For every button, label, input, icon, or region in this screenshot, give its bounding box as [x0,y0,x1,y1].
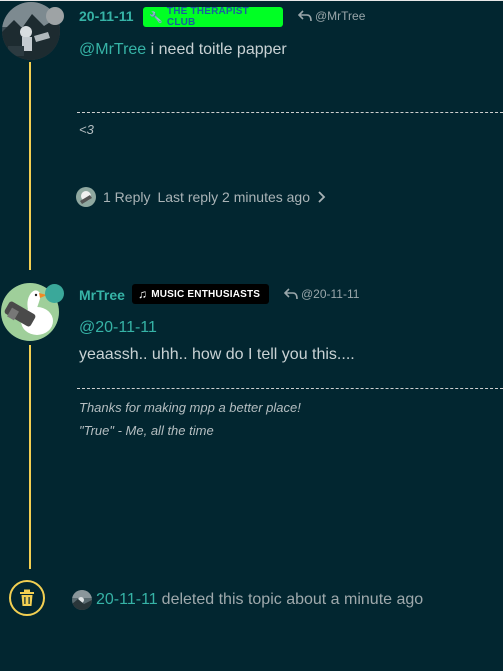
replies-count: 1 Reply [103,189,151,205]
event-text: deleted this topic about a minute ago [161,591,424,608]
music-note-icon: ♫ [138,287,148,301]
post1-mention[interactable]: @MrTree [79,41,146,58]
post2-badge-label: MUSIC ENTHUSIASTS [151,288,261,300]
last-reply-time: Last reply 2 minutes ago [157,189,310,205]
post1-role-badge: 🔧 THE THERAPIST CLUB [143,6,283,28]
post1-username[interactable]: 20-11-11 [79,8,134,24]
post1-badge-label: THE THERAPIST CLUB [166,6,249,28]
status-offline-icon [46,7,64,25]
post2-mention[interactable]: @20-11-11 [79,319,157,337]
post2-signature-line1: Thanks for making mpp a better place! [79,400,301,415]
reply-arrow-icon [284,288,298,300]
post2-signature-divider [77,388,503,389]
timeline-line-1 [29,62,31,270]
post1-body: @MrTree i need toitle papper [79,41,287,59]
post1-replies-link[interactable]: 1 Reply Last reply 2 minutes ago [76,187,327,207]
post1-reply-to-label: @MrTree [315,9,366,23]
post2-username[interactable]: MrTree [79,287,125,303]
timeline-line-2 [29,345,31,569]
post2-reply-to[interactable]: @20-11-11 [284,287,359,301]
post1-signature: <3 [79,122,94,137]
post2-body: yeaassh.. uhh.. how do I tell you this..… [79,346,355,363]
trash-icon [9,580,45,616]
post2-reply-to-label: @20-11-11 [301,287,360,301]
post1-body-text: i need toitle papper [146,41,287,58]
post2-role-badge: ♫ MUSIC ENTHUSIASTS [132,284,269,304]
topic-deleted-event: 20-11-11 deleted this topic about a minu… [72,590,423,610]
post1-reply-to[interactable]: @MrTree [298,9,365,23]
event-username[interactable]: 20-11-11 [96,591,158,609]
reply-arrow-icon [298,10,312,22]
wrench-icon: 🔧 [149,11,163,24]
post1-signature-divider [77,112,503,113]
top-divider [0,0,503,1]
status-online-icon [45,284,64,303]
event-user-avatar[interactable] [72,590,92,610]
reply-avatar-icon [76,187,96,207]
post2-signature-line2: "True" - Me, all the time [79,423,214,438]
chevron-right-icon [318,191,326,203]
